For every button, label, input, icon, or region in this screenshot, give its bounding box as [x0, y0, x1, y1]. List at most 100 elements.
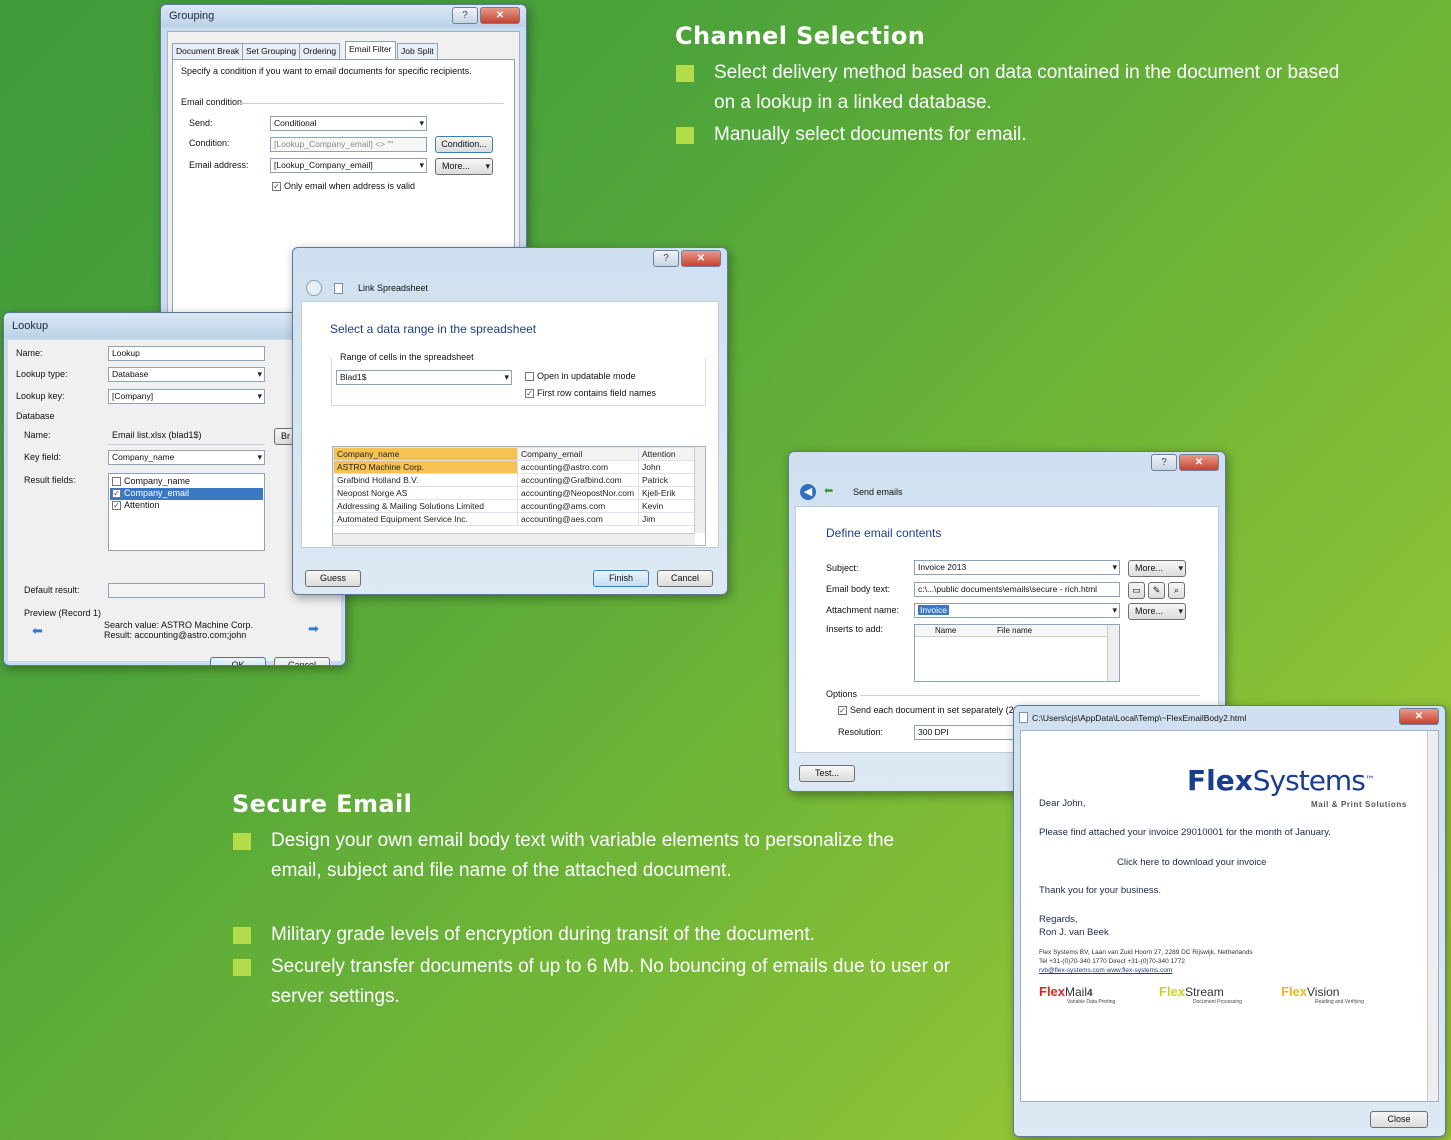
next-arrow-icon[interactable]: ➡	[308, 621, 319, 637]
bullet-text: Military grade levels of encryption duri…	[271, 924, 815, 945]
channel-heading: Channel Selection	[675, 22, 926, 50]
secure-heading: Secure Email	[232, 790, 413, 818]
window-controls: ✕	[1399, 708, 1439, 725]
result-checkbox[interactable]: ✓	[112, 501, 121, 510]
first-row-checkbox[interactable]: ✓	[525, 389, 534, 398]
previous-arrow-icon[interactable]: ⬅	[32, 623, 43, 639]
table-row[interactable]: Grafbind Holland B.V. accounting@Grafbin…	[333, 473, 695, 487]
edit-icon[interactable]: ✎	[1148, 582, 1165, 599]
guess-button[interactable]: Guess	[305, 570, 361, 587]
resolution-label: Resolution:	[838, 727, 884, 737]
table-row[interactable]: Neopost Norge AS accounting@NeopostNor.c…	[333, 486, 695, 500]
db-name-value: Email list.xlsx (blad1$)	[112, 430, 202, 440]
separate-label: Send each document in set separately (22…	[850, 705, 1027, 715]
table-row[interactable]: Automated Equipment Service Inc. account…	[333, 512, 695, 526]
table-cell: Automated Equipment Service Inc.	[333, 512, 518, 526]
product-name: Mail	[1065, 985, 1088, 999]
column-header[interactable]: Company_email	[517, 447, 639, 461]
zoom-icon[interactable]: ⌕	[1168, 582, 1185, 599]
bullet-square	[233, 927, 251, 944]
company-web[interactable]: rvb@flex-systems.com www.flex-systems.co…	[1039, 967, 1172, 974]
window-title: Lookup	[12, 320, 49, 332]
tab-set-grouping[interactable]: Set Grouping	[242, 43, 301, 59]
back-button[interactable]	[306, 280, 322, 296]
tab-document-break[interactable]: Document Break	[172, 43, 244, 59]
default-result-field[interactable]	[108, 583, 265, 598]
cancel-button[interactable]: Cancel	[657, 570, 713, 587]
table-cell: ASTRO Machine Corp.	[333, 460, 518, 474]
data-table: Company_name Company_email Attention AST…	[333, 447, 695, 526]
result-checkbox[interactable]	[112, 477, 121, 486]
range-select[interactable]: Blad1$	[336, 370, 512, 385]
column-name[interactable]: Name	[935, 626, 956, 635]
finish-button[interactable]: Finish	[593, 570, 649, 587]
help-button[interactable]: ?	[653, 250, 679, 267]
result-fields-list[interactable]: Company_name ✓ Company_email ✓ Attention	[108, 473, 265, 551]
close-button[interactable]: ✕	[681, 250, 721, 267]
column-header[interactable]: Company_name	[333, 447, 518, 461]
test-button[interactable]: Test...	[799, 765, 855, 782]
updatable-label: Open in updatable mode	[537, 371, 636, 381]
vertical-scrollbar[interactable]	[694, 447, 705, 533]
close-button[interactable]: ✕	[1399, 708, 1439, 725]
table-cell: Grafbind Holland B.V.	[333, 473, 518, 487]
body-text-field[interactable]: c:\...\public documents\emails\secure - …	[914, 582, 1120, 597]
folder-icon[interactable]: ▭	[1128, 582, 1145, 599]
condition-label: Condition:	[189, 138, 230, 148]
help-button[interactable]: ?	[1151, 454, 1177, 471]
column-file-name[interactable]: File name	[997, 626, 1032, 635]
bullet-square	[676, 127, 694, 144]
vertical-scrollbar[interactable]	[1107, 625, 1119, 681]
table-cell: Addressing & Mailing Solutions Limited	[333, 499, 518, 513]
email-address-select[interactable]: [Lookup_Company_email]	[270, 158, 427, 173]
channel-bullet: Select delivery method based on data con…	[676, 58, 1356, 118]
table-row[interactable]: Addressing & Mailing Solutions Limited a…	[333, 499, 695, 513]
table-cell: accounting@Grafbind.com	[517, 473, 639, 487]
close-button[interactable]: ✕	[1179, 454, 1219, 471]
condition-button[interactable]: Condition...	[435, 136, 493, 153]
close-button[interactable]: Close	[1370, 1111, 1428, 1128]
separate-checkbox[interactable]: ✓	[838, 706, 847, 715]
vertical-scrollbar[interactable]	[1427, 731, 1438, 1101]
subject-more-button[interactable]: More...	[1128, 560, 1186, 577]
inserts-list[interactable]: Name File name	[914, 624, 1120, 682]
spreadsheet-body: Select a data range in the spreadsheet R…	[301, 301, 719, 548]
attachment-more-button[interactable]: More...	[1128, 603, 1186, 620]
table-cell: Jim	[638, 512, 695, 526]
email-address-label: Email address:	[189, 160, 249, 170]
divider	[860, 695, 1200, 696]
send-select[interactable]: Conditional	[270, 116, 427, 131]
tab-job-split[interactable]: Job Split	[397, 43, 438, 59]
help-button[interactable]: ?	[452, 7, 478, 24]
send-heading: Define email contents	[826, 526, 942, 540]
table-cell: Neopost Norge AS	[333, 486, 518, 500]
product-name: Stream	[1185, 985, 1224, 999]
channel-bullet: Manually select documents for email.	[676, 120, 1356, 150]
close-button[interactable]: ✕	[480, 7, 520, 24]
resolution-select[interactable]: 300 DPI	[914, 725, 1019, 740]
updatable-checkbox[interactable]	[525, 372, 534, 381]
result-item: Company_email	[124, 488, 190, 498]
tab-ordering[interactable]: Ordering	[299, 43, 341, 59]
subject-select[interactable]: Invoice 2013	[914, 560, 1120, 575]
back-arrow-icon[interactable]: ◀	[800, 484, 816, 500]
lookup-type-select[interactable]: Database	[108, 367, 265, 382]
result-checkbox[interactable]: ✓	[112, 489, 121, 498]
column-header[interactable]: Attention	[638, 447, 695, 461]
table-row[interactable]: ASTRO Machine Corp. accounting@astro.com…	[333, 460, 695, 474]
bullet-text: Select delivery method based on data con…	[714, 62, 1340, 113]
tab-email-filter[interactable]: Email Filter	[345, 41, 396, 59]
horizontal-scrollbar[interactable]	[333, 533, 695, 545]
cancel-button[interactable]: Cancel	[274, 657, 330, 665]
download-link[interactable]: Click here to download your invoice	[1117, 857, 1266, 868]
attachment-field[interactable]: Invoice	[914, 603, 1120, 618]
lookup-key-select[interactable]: [Company]	[108, 389, 265, 404]
condition-field[interactable]: [Lookup_Company_email] <> ""	[270, 137, 427, 152]
name-field[interactable]: Lookup	[108, 346, 265, 361]
key-field-select[interactable]: Company_name	[108, 450, 265, 465]
more-button[interactable]: More...	[435, 158, 493, 175]
valid-checkbox[interactable]: ✓	[272, 182, 281, 191]
secure-bullet: Securely transfer documents of up to 6 M…	[233, 952, 973, 1012]
bullet-text: Design your own email body text with var…	[271, 830, 895, 881]
ok-button[interactable]: OK	[210, 657, 266, 665]
